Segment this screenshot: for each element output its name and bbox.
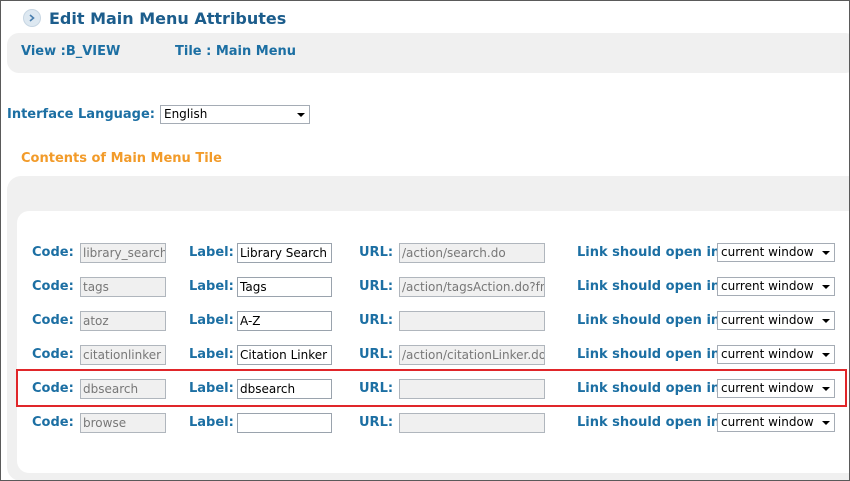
open-in-label: Link should open in:	[577, 245, 726, 260]
url-field[interactable]: /action/search.do	[399, 243, 545, 263]
label-label: Label:	[189, 381, 234, 396]
interface-language-select[interactable]: English	[159, 105, 310, 124]
url-label: URL:	[359, 245, 394, 260]
open-in-select[interactable]: current window	[717, 311, 835, 330]
table-row: Code: atoz Label: A-Z URL: Link should o…	[1, 311, 849, 333]
code-field[interactable]: browse	[80, 413, 166, 433]
view-name: View :B_VIEW	[21, 44, 121, 59]
label-field[interactable]	[237, 413, 332, 433]
table-row: Code: tags Label: Tags URL: /action/tags…	[1, 277, 849, 299]
code-label: Code:	[32, 245, 74, 260]
open-in-value: current window	[721, 347, 814, 361]
dropdown-arrow-icon	[822, 285, 830, 289]
table-row: Code: library_search Label: Library Sear…	[1, 243, 849, 265]
open-in-value: current window	[721, 381, 814, 395]
url-label: URL:	[359, 381, 394, 396]
code-label: Code:	[32, 381, 74, 396]
open-in-value: current window	[721, 313, 814, 327]
label-field[interactable]: A-Z	[237, 311, 332, 331]
edit-main-menu-window: Edit Main Menu Attributes View :B_VIEW T…	[0, 0, 850, 481]
open-in-label: Link should open in:	[577, 347, 726, 362]
open-in-label: Link should open in:	[577, 313, 726, 328]
code-label: Code:	[32, 313, 74, 328]
label-label: Label:	[189, 347, 234, 362]
dropdown-arrow-icon	[822, 353, 830, 357]
open-in-label: Link should open in:	[577, 415, 726, 430]
url-field[interactable]: /action/tagsAction.do?fn=	[399, 277, 545, 297]
label-field[interactable]: dbsearch	[237, 379, 332, 399]
label-label: Label:	[189, 313, 234, 328]
label-field[interactable]: Tags	[237, 277, 332, 297]
table-row: Code: dbsearch Label: dbsearch URL: Link…	[1, 379, 849, 401]
dropdown-arrow-icon	[822, 387, 830, 391]
section-title: Contents of Main Menu Tile	[21, 151, 222, 166]
page-header: Edit Main Menu Attributes	[23, 7, 286, 29]
open-in-value: current window	[721, 245, 814, 259]
tile-name: Tile : Main Menu	[175, 44, 297, 59]
url-field[interactable]	[399, 379, 545, 399]
label-label: Label:	[189, 415, 234, 430]
code-field[interactable]: tags	[80, 277, 166, 297]
open-in-select[interactable]: current window	[717, 345, 835, 364]
dropdown-arrow-icon	[296, 113, 305, 117]
open-in-label: Link should open in:	[577, 279, 726, 294]
label-label: Label:	[189, 245, 234, 260]
code-label: Code:	[32, 415, 74, 430]
url-field[interactable]	[399, 311, 545, 331]
open-in-value: current window	[721, 279, 814, 293]
open-in-select[interactable]: current window	[717, 277, 835, 296]
url-field[interactable]: /action/citationLinker.do?	[399, 345, 545, 365]
open-in-label: Link should open in:	[577, 381, 726, 396]
open-in-select[interactable]: current window	[717, 413, 835, 432]
open-in-select[interactable]: current window	[717, 379, 835, 398]
url-label: URL:	[359, 415, 394, 430]
label-label: Label:	[189, 279, 234, 294]
code-field[interactable]: library_search	[80, 243, 166, 263]
dropdown-arrow-icon	[822, 319, 830, 323]
view-info-bar: View :B_VIEW Tile : Main Menu	[7, 33, 849, 73]
open-in-value: current window	[721, 415, 814, 429]
label-field[interactable]: Citation Linker	[237, 345, 332, 365]
label-field[interactable]: Library Search	[237, 243, 332, 263]
code-field[interactable]: dbsearch	[80, 379, 166, 399]
code-label: Code:	[32, 347, 74, 362]
url-label: URL:	[359, 279, 394, 294]
interface-language-value: English	[163, 107, 208, 121]
dropdown-arrow-icon	[822, 251, 830, 255]
url-label: URL:	[359, 347, 394, 362]
code-field[interactable]: atoz	[80, 311, 166, 331]
code-field[interactable]: citationlinker	[80, 345, 166, 365]
interface-language-row: Interface Language: English	[7, 105, 310, 124]
table-row: Code: citationlinker Label: Citation Lin…	[1, 345, 849, 367]
code-label: Code:	[32, 279, 74, 294]
interface-language-label: Interface Language:	[7, 107, 155, 122]
url-field[interactable]	[399, 413, 545, 433]
page-title: Edit Main Menu Attributes	[49, 8, 287, 28]
url-label: URL:	[359, 313, 394, 328]
dropdown-arrow-icon	[822, 421, 830, 425]
table-row: Code: browse Label: URL: Link should ope…	[1, 413, 849, 435]
chevron-right-icon[interactable]	[23, 9, 41, 27]
open-in-select[interactable]: current window	[717, 243, 835, 262]
